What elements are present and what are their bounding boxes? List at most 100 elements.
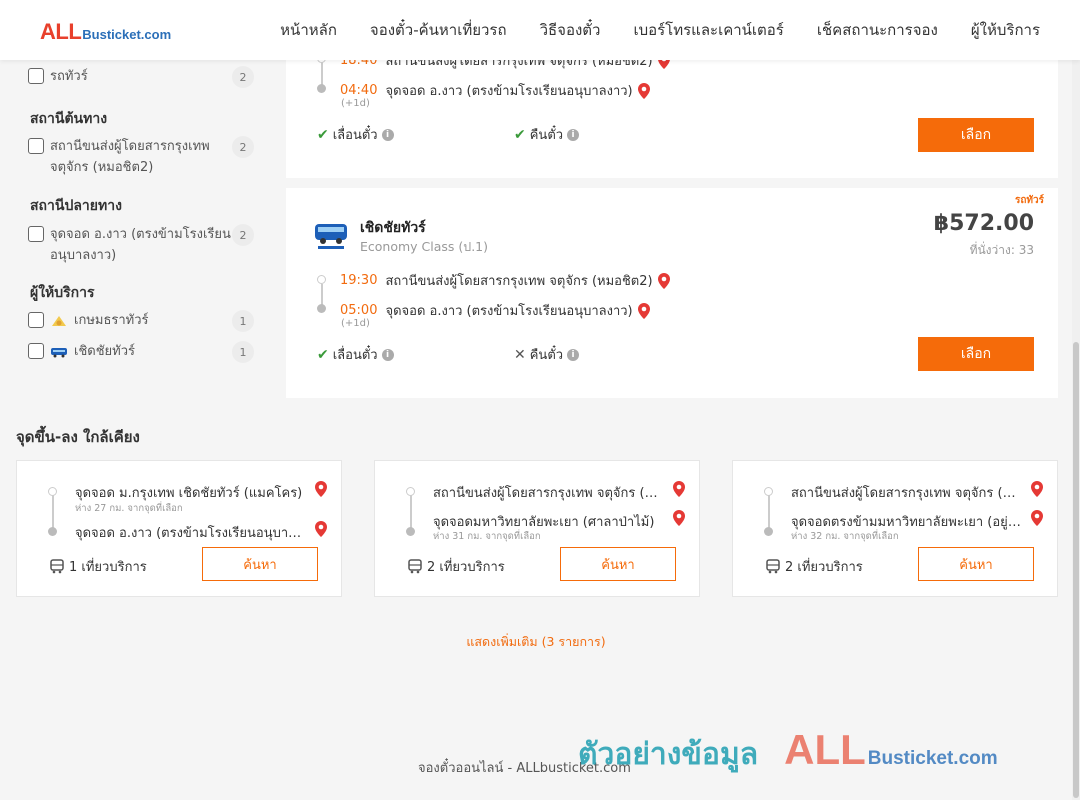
trips-label: 2 เที่ยวบริการ xyxy=(785,560,863,575)
count-badge: 1 xyxy=(232,310,254,332)
feature-refund: ✕ คืนตั๋ว i xyxy=(514,344,580,365)
trips-label: 1 เที่ยวบริการ xyxy=(69,560,147,575)
info-icon[interactable]: i xyxy=(381,348,394,361)
filter-label: สถานีขนส่งผู้โดยสารกรุงเทพ จตุจักร (หมอช… xyxy=(50,139,210,175)
trip-card: รถทัวร์ เชิดชัยทัวร์ Economy Class (ป.1)… xyxy=(286,188,1058,398)
info-icon[interactable]: i xyxy=(567,128,580,141)
nearby-card: สถานีขนส่งผู้โดยสารกรุงเทพ จตุจักร (หมอช… xyxy=(732,460,1058,597)
depart-row: 19:30 สถานีขนส่งผู้โดยสารกรุงเทพ จตุจักร… xyxy=(340,270,670,291)
nav-home[interactable]: หน้าหลัก xyxy=(280,18,337,42)
count-badge: 2 xyxy=(232,66,254,88)
select-trip-button[interactable]: เลือก xyxy=(918,118,1034,152)
seats-available: ที่นั่งว่าง: 33 xyxy=(969,243,1034,257)
filter-bus-type[interactable]: รถทัวร์ 2 xyxy=(28,66,254,88)
map-pin-icon[interactable] xyxy=(1031,481,1043,497)
depart-place: สถานีขนส่งผู้โดยสารกรุงเทพ จตุจักร (หมอช… xyxy=(385,274,653,289)
feature-label: เลื่อนตั๋ว xyxy=(332,128,378,143)
arrive-dot xyxy=(317,304,326,313)
page-scrollbar[interactable] xyxy=(1072,60,1080,800)
arrive-row: 05:00 จุดจอด อ.งาว (ตรงข้ามโรงเรียนอนุบา… xyxy=(340,300,650,321)
nearby-from: จุดจอด ม.กรุงเทพ เชิดชัยทัวร์ (แมคโคร) xyxy=(75,486,303,501)
feature-refund: ✔ คืนตั๋ว i xyxy=(514,124,580,145)
site-logo[interactable]: ALL Busticket.com xyxy=(40,19,171,45)
nearby-search-button[interactable]: ค้นหา xyxy=(560,547,676,581)
route-line xyxy=(52,493,54,531)
map-pin-icon[interactable] xyxy=(637,82,650,99)
arrive-time: 05:00 xyxy=(340,303,378,318)
map-pin-icon[interactable] xyxy=(637,302,650,319)
cherdchai-logo-icon xyxy=(51,347,67,357)
scrollbar-thumb[interactable] xyxy=(1073,342,1079,798)
checkbox[interactable] xyxy=(28,343,44,359)
arrive-row: 04:40 จุดจอด อ.งาว (ตรงข้ามโรงเรียนอนุบา… xyxy=(340,80,650,101)
select-trip-button[interactable]: เลือก xyxy=(918,337,1034,371)
nearby-to-distance: ห่าง 31 กม. จากจุดที่เลือก xyxy=(433,531,541,542)
map-pin-icon[interactable] xyxy=(315,481,327,497)
nearby-search-button[interactable]: ค้นหา xyxy=(202,547,318,581)
map-pin-icon[interactable] xyxy=(673,481,685,497)
filter-operator-cherdchai[interactable]: เชิดชัยทัวร์ 1 xyxy=(28,341,254,363)
bus-icon xyxy=(766,559,780,574)
nav-booking[interactable]: จองตั๋ว-ค้นหาเที่ยวรถ xyxy=(370,18,507,42)
info-icon[interactable]: i xyxy=(567,348,580,361)
nav-operators[interactable]: ผู้ให้บริการ xyxy=(971,18,1040,42)
nearby-from-distance: ห่าง 27 กม. จากจุดที่เลือก xyxy=(75,503,183,514)
arrive-place: จุดจอด อ.งาว (ตรงข้ามโรงเรียนอนุบาลงาว) xyxy=(385,304,633,319)
bus-icon xyxy=(50,559,64,574)
bus-icon xyxy=(408,559,422,574)
nearby-to: จุดจอด อ.งาว (ตรงข้ามโรงเรียนอนุบาลงาว) xyxy=(75,526,307,541)
destination-section-title: สถานีปลายทาง xyxy=(30,198,122,214)
top-header: ALL Busticket.com หน้าหลัก จองตั๋ว-ค้นหา… xyxy=(0,0,1080,60)
feature-label: เลื่อนตั๋ว xyxy=(332,348,378,363)
class-label: Economy Class (ป.1) xyxy=(360,239,489,254)
trips-count: 1 เที่ยวบริการ xyxy=(50,556,147,577)
depart-dot xyxy=(317,275,326,284)
watermark-rest-text: Busticket.com xyxy=(867,748,998,769)
checkbox[interactable] xyxy=(28,226,44,242)
cherdchai-logo-icon xyxy=(315,224,347,249)
watermark: ตัวอย่างข้อมูล ALL Busticket.com xyxy=(578,726,998,778)
plus-day-label: (+1d) xyxy=(341,98,370,109)
map-pin-icon[interactable] xyxy=(1031,510,1043,526)
footer-text: จองตั๋วออนไลน์ - ALLbusticket.com xyxy=(418,761,631,776)
logo-rest-text: Busticket.com xyxy=(82,27,172,42)
checkbox[interactable] xyxy=(28,68,44,84)
checkbox[interactable] xyxy=(28,138,44,154)
check-icon: ✔ xyxy=(317,346,329,363)
depart-time: 19:30 xyxy=(340,273,378,288)
nearby-from: สถานีขนส่งผู้โดยสารกรุงเทพ จตุจักร (หมอช… xyxy=(791,486,1023,501)
arrive-time: 04:40 xyxy=(340,83,378,98)
nav-check-status[interactable]: เช็คสถานะการจอง xyxy=(817,18,938,42)
map-pin-icon[interactable] xyxy=(673,510,685,526)
nav-how-to-book[interactable]: วิธีจองตั๋ว xyxy=(540,18,601,42)
trips-label: 2 เที่ยวบริการ xyxy=(427,560,505,575)
operator-name: เชิดชัยทัวร์ xyxy=(74,344,136,359)
count-badge: 2 xyxy=(232,136,254,158)
route-line xyxy=(410,493,412,531)
nav-contact[interactable]: เบอร์โทรและเคาน์เตอร์ xyxy=(633,18,783,42)
filter-operator-kasem[interactable]: เกษมธราทัวร์ 1 xyxy=(28,310,254,332)
origin-section-title: สถานีต้นทาง xyxy=(30,111,108,127)
logo-all-text: ALL xyxy=(40,19,82,44)
filter-origin[interactable]: สถานีขนส่งผู้โดยสารกรุงเทพ จตุจักร (หมอช… xyxy=(28,136,254,178)
trips-count: 2 เที่ยวบริการ xyxy=(766,556,863,577)
to-dot xyxy=(48,527,57,536)
map-pin-icon[interactable] xyxy=(657,272,670,289)
checkbox[interactable] xyxy=(28,312,44,328)
map-pin-icon[interactable] xyxy=(315,521,327,537)
to-dot xyxy=(764,527,773,536)
from-dot xyxy=(764,487,773,496)
filter-destination[interactable]: จุดจอด อ.งาว (ตรงข้ามโรงเรียนอนุบาลงาว) … xyxy=(28,224,254,266)
show-more-link[interactable]: แสดงเพิ่มเติม (3 รายการ) xyxy=(0,632,1072,652)
filter-label: เกษมธราทัวร์ xyxy=(50,310,232,331)
cross-icon: ✕ xyxy=(514,346,526,363)
price: ฿572.00 xyxy=(933,211,1034,236)
info-icon[interactable]: i xyxy=(381,128,394,141)
nearby-search-button[interactable]: ค้นหา xyxy=(918,547,1034,581)
from-dot xyxy=(48,487,57,496)
nearby-section-title: จุดขึ้น-ลง ใกล้เคียง xyxy=(16,428,140,446)
count-badge: 1 xyxy=(232,341,254,363)
nearby-card: จุดจอด ม.กรุงเทพ เชิดชัยทัวร์ (แมคโคร) ห… xyxy=(16,460,342,597)
filter-label: จุดจอด อ.งาว (ตรงข้ามโรงเรียนอนุบาลงาว) xyxy=(50,227,231,263)
feature-label: คืนตั๋ว xyxy=(529,348,564,363)
